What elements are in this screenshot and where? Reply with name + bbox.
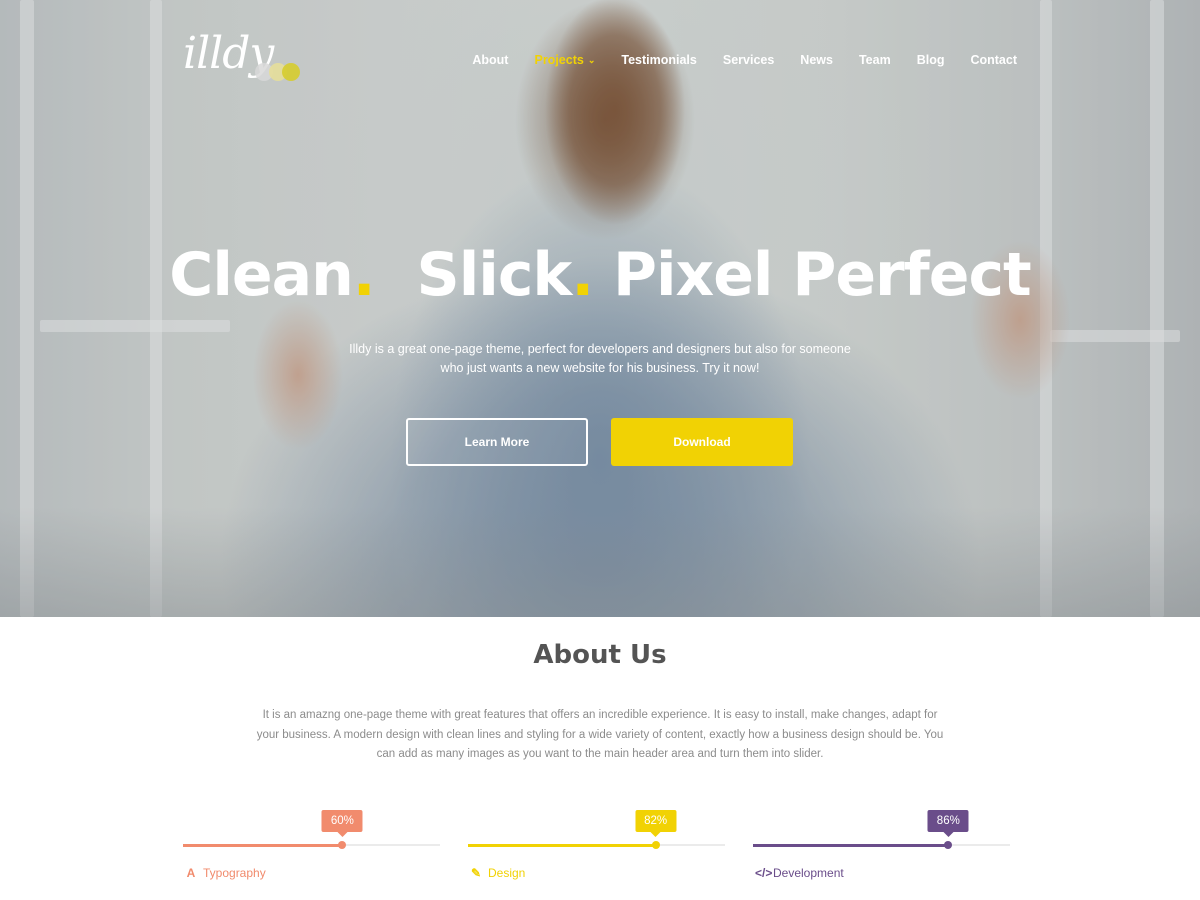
skill-progress-knob <box>338 841 347 849</box>
hero-subtitle: Illdy is a great one-page theme, perfect… <box>349 342 851 375</box>
nav-item-about[interactable]: About <box>472 53 508 67</box>
skill-progress-fill <box>183 844 343 847</box>
nav-label: News <box>800 53 833 67</box>
skill-progress-knob <box>944 841 953 849</box>
pencil-icon: ✎ <box>470 866 482 880</box>
nav-label: Services <box>722 53 775 67</box>
nav-item-contact[interactable]: Contact <box>970 53 1017 67</box>
skill-progress-fill <box>753 844 949 847</box>
nav-label: About <box>472 53 509 67</box>
skill-label-text: Typography <box>203 866 266 880</box>
headline-word-pixel-perfect: Pixel Perfect <box>613 240 1032 310</box>
logo-dot-3 <box>282 63 300 81</box>
headline-dot: . <box>571 240 594 310</box>
font-icon: A <box>186 866 196 880</box>
learn-more-button[interactable]: Learn More <box>406 418 588 466</box>
nav-label: Projects <box>534 53 584 67</box>
headline-word-slick: Slick <box>416 240 572 310</box>
nav-item-services[interactable]: Services <box>723 53 774 67</box>
about-title: About Us <box>533 640 667 670</box>
nav-item-news[interactable]: News <box>800 53 833 67</box>
code-icon: </> <box>755 866 773 880</box>
nav-item-team[interactable]: Team <box>859 53 891 67</box>
skill-percent-badge: 82% <box>635 810 677 837</box>
nav-label: Testimonials <box>621 53 697 67</box>
nav-label: Blog <box>916 53 945 67</box>
skill-percent-badge: 86% <box>927 810 969 837</box>
nav-item-testimonials[interactable]: Testimonials <box>621 53 696 67</box>
nav-label: Contact <box>970 53 1017 67</box>
skill-development: 86% </> Development <box>753 810 1010 890</box>
skill-label-text: Design <box>488 866 526 880</box>
download-button[interactable]: Download <box>611 418 793 466</box>
headline-word-clean: Clean <box>169 240 353 310</box>
chevron-down-icon: ⌄ <box>587 54 596 65</box>
skill-design: 82% ✎ Design <box>468 810 725 890</box>
nav-item-blog[interactable]: Blog <box>917 53 945 67</box>
skill-label-text: Development <box>773 866 844 880</box>
site-logo[interactable]: illdy <box>183 28 303 88</box>
about-text: It is an amazng one-page theme with grea… <box>256 709 944 760</box>
headline-dot: . <box>352 240 376 310</box>
skill-label: ✎ Design <box>470 866 525 880</box>
skill-label: A Typography <box>185 866 266 880</box>
skill-typography: 60% A Typography <box>183 810 440 890</box>
skill-label: </> Development <box>755 866 844 880</box>
nav-item-projects[interactable]: Projects ⌄ <box>534 53 595 67</box>
skill-progress-knob <box>651 841 660 849</box>
main-nav: About Projects ⌄ Testimonials Services Ne… <box>472 53 1017 67</box>
nav-label: Team <box>858 53 891 67</box>
skill-percent-badge: 60% <box>321 810 363 837</box>
hero-headline: Clean. Slick. Pixel Perfect <box>0 240 1200 310</box>
skill-progress-fill <box>468 844 656 847</box>
